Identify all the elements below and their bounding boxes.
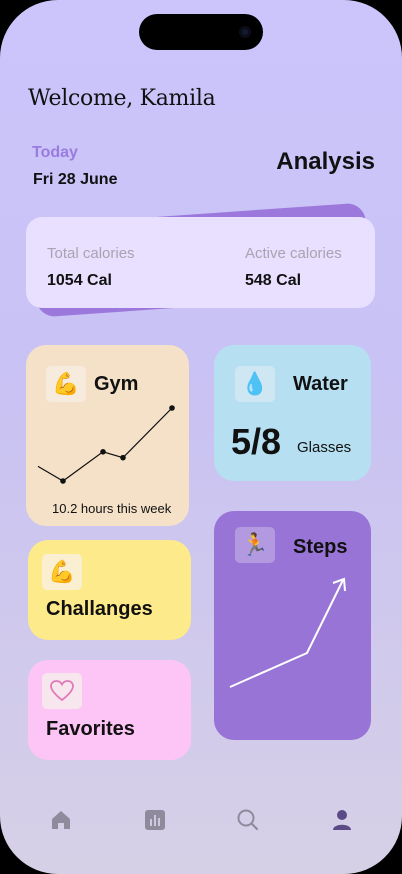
gym-trend-point: [60, 478, 66, 484]
favorites-card[interactable]: Favorites: [28, 660, 191, 760]
bar-chart-icon: [145, 810, 165, 830]
challenges-title: Challanges: [46, 598, 153, 620]
water-count: 5/8: [231, 421, 282, 462]
dynamic-island: [139, 14, 263, 50]
steps-trend-chart: [229, 577, 346, 688]
date-label: Fri 28 June: [33, 171, 118, 188]
gym-hours-note: 10.2 hours this week: [52, 501, 172, 516]
active-calories-value: 548 Cal: [245, 272, 302, 289]
welcome-greeting: Welcome, Kamila: [28, 86, 216, 111]
active-calories: Active calories 548 Cal: [245, 245, 342, 290]
total-calories-value: 1054 Cal: [47, 272, 112, 289]
flexed-biceps-icon: 💪: [42, 554, 82, 590]
search-icon: [237, 809, 259, 831]
water-title: Water: [293, 373, 348, 395]
droplet-icon: 💧: [235, 366, 275, 402]
gym-trend-point: [100, 449, 106, 455]
total-calories-label: Total calories: [47, 245, 135, 262]
favorites-title: Favorites: [46, 718, 135, 740]
tab-profile[interactable]: [328, 806, 356, 834]
steps-card[interactable]: 🏃 Steps: [214, 511, 371, 740]
calories-card[interactable]: Total calories 1054 Cal Active calories …: [26, 217, 375, 308]
today-label: Today: [32, 144, 78, 161]
water-card[interactable]: 💧 Water 5/8 Glasses: [214, 345, 371, 481]
gym-card[interactable]: 💪 Gym 10.2 hours this week: [26, 345, 189, 526]
gym-trend-point: [169, 405, 175, 411]
tab-search[interactable]: [234, 806, 262, 834]
total-calories: Total calories 1054 Cal: [47, 245, 135, 290]
gym-trend-chart: [37, 405, 175, 484]
gym-trend-point: [120, 454, 126, 461]
steps-trend-line: [229, 579, 344, 688]
tab-home[interactable]: [47, 806, 75, 834]
tab-bar: [0, 792, 402, 848]
active-calories-label: Active calories: [245, 245, 342, 262]
water-unit: Glasses: [297, 439, 352, 456]
camera-icon: [239, 26, 251, 38]
heart-icon: [42, 673, 82, 709]
gym-trend-line: [37, 407, 173, 482]
tab-stats[interactable]: [141, 806, 169, 834]
analysis-title: Analysis: [276, 148, 375, 175]
home-icon: [52, 811, 70, 829]
user-icon: [333, 810, 351, 830]
challenges-card[interactable]: 💪 Challanges: [28, 540, 191, 640]
phone-screen: Welcome, Kamila Today Fri 28 June Analys…: [0, 0, 402, 874]
